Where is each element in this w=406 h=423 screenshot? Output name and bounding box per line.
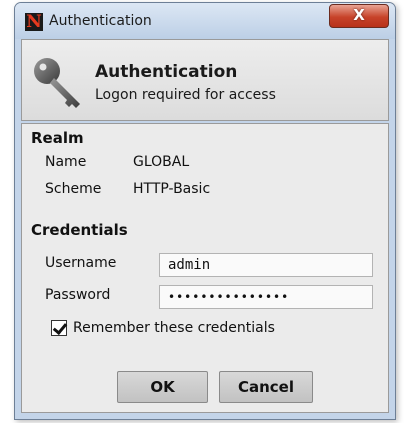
username-input[interactable]: admin [159, 253, 373, 277]
dialog-frame: Authentication Logon required for access… [21, 39, 389, 413]
remember-credentials-checkbox[interactable] [51, 320, 67, 336]
ok-button[interactable]: OK [117, 371, 208, 403]
content-panel: Realm Name GLOBAL Scheme HTTP-Basic Cred… [21, 123, 389, 413]
remember-credentials-label[interactable]: Remember these credentials [73, 320, 275, 336]
window-title: Authentication [49, 13, 152, 29]
close-icon: X [353, 6, 365, 24]
authentication-dialog: N Authentication X Authentication Logon … [14, 2, 396, 420]
password-input[interactable]: ••••••••••••••• [159, 285, 373, 309]
realm-scheme-label: Scheme [45, 181, 102, 197]
username-label: Username [45, 255, 117, 271]
credentials-section-title: Credentials [31, 221, 128, 239]
realm-name-value: GLOBAL [133, 154, 190, 170]
password-label: Password [45, 287, 111, 303]
close-button[interactable]: X [329, 4, 389, 28]
key-icon [34, 58, 80, 108]
cancel-button[interactable]: Cancel [219, 371, 313, 403]
dialog-header: Authentication Logon required for access [21, 39, 389, 121]
realm-name-label: Name [45, 154, 87, 170]
realm-scheme-value: HTTP-Basic [133, 181, 211, 197]
header-title: Authentication [95, 62, 238, 82]
app-logo-icon: N [25, 12, 43, 32]
title-bar[interactable]: N Authentication X [15, 3, 395, 39]
realm-section-title: Realm [31, 129, 84, 147]
header-subtitle: Logon required for access [95, 87, 276, 103]
